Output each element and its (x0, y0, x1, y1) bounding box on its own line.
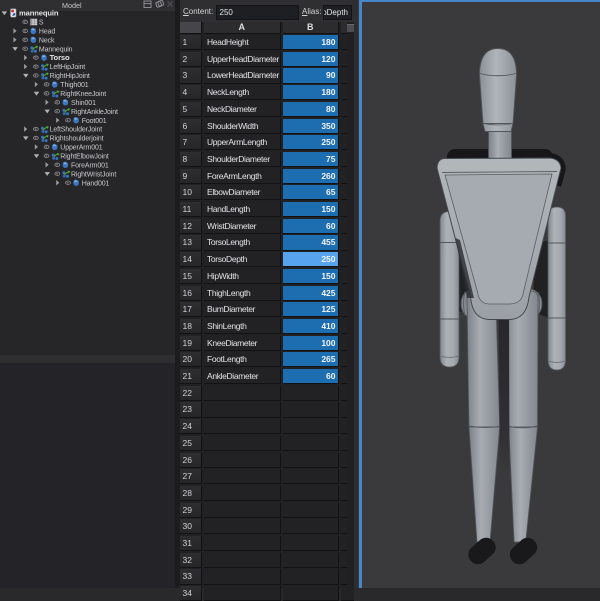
svg-text:mannequin: mannequin (19, 9, 59, 18)
svg-text:Foot001: Foot001 (82, 118, 107, 125)
svg-text:RightHipJoint: RightHipJoint (50, 73, 90, 80)
svg-text:RightKneeJoint: RightKneeJoint (60, 91, 106, 98)
svg-text:Hand001: Hand001 (82, 180, 110, 187)
svg-text:ForeArm001: ForeArm001 (71, 162, 109, 169)
svg-text:UpperArm001: UpperArm001 (60, 145, 102, 152)
svg-text:Head: Head (39, 29, 55, 36)
svg-text:LeftHipJoint: LeftHipJoint (50, 64, 86, 71)
svg-text:Neck: Neck (39, 37, 55, 44)
svg-text:LeftShoulderJoint: LeftShoulderJoint (50, 127, 103, 134)
svg-text:Shin001: Shin001 (71, 100, 96, 107)
svg-text:S: S (39, 20, 44, 27)
svg-text:RightElbowJoint: RightElbowJoint (60, 154, 109, 161)
svg-text:RightAnkleJoint: RightAnkleJoint (71, 109, 118, 116)
svg-text:Rightshoulderjoint: Rightshoulderjoint (50, 136, 104, 143)
svg-text:RightWristJoint: RightWristJoint (71, 171, 116, 178)
svg-text:Torso: Torso (50, 53, 70, 62)
svg-text:Thigh001: Thigh001 (60, 82, 88, 89)
